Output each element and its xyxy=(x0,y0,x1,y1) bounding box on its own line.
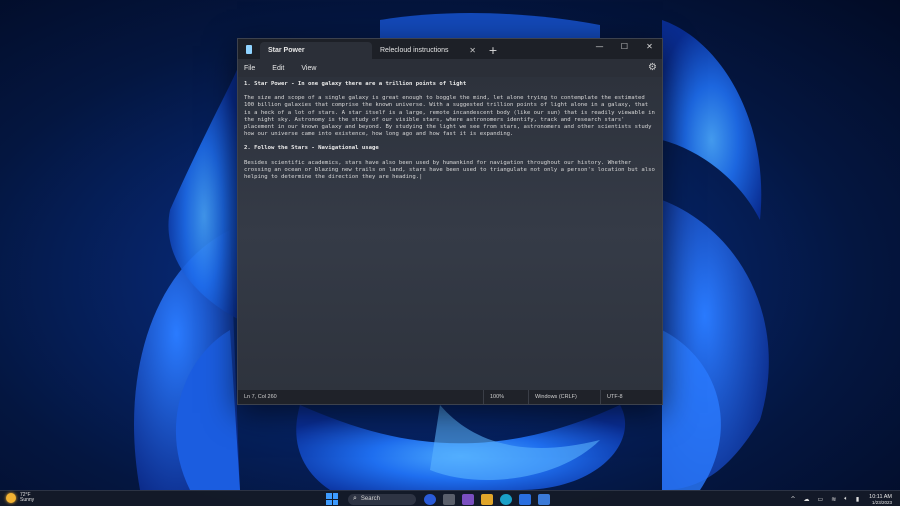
settings-gear-icon[interactable]: ⚙ xyxy=(648,62,657,73)
teams-icon[interactable] xyxy=(462,493,474,505)
title-bar[interactable]: Star Power Relecloud instructions ✕ + — … xyxy=(238,39,662,59)
file-explorer-icon[interactable] xyxy=(481,493,493,505)
tab-label: Star Power xyxy=(268,47,305,54)
tab-star-power[interactable]: Star Power xyxy=(260,42,372,59)
menu-edit[interactable]: Edit xyxy=(272,65,284,72)
new-tab-button[interactable]: + xyxy=(484,42,502,59)
wifi-icon[interactable]: ≋ xyxy=(831,496,836,503)
status-bar: Ln 7, Col 260 100% Windows (CRLF) UTF-8 xyxy=(238,390,662,404)
body-paragraph: The size and scope of a single galaxy is… xyxy=(244,95,655,138)
taskbar-apps: ⌕ Search xyxy=(326,492,557,506)
sun-icon xyxy=(6,493,16,503)
zoom-level[interactable]: 100% xyxy=(483,390,504,404)
battery-icon[interactable]: ▮ xyxy=(856,496,859,503)
minimize-button[interactable]: — xyxy=(587,39,612,53)
notepad-taskbar-icon[interactable] xyxy=(538,493,550,505)
encoding[interactable]: UTF-8 xyxy=(600,390,623,404)
chevron-up-icon[interactable]: ^ xyxy=(791,496,796,503)
window-controls: — ☐ ✕ xyxy=(587,39,662,53)
cloud-icon[interactable]: ☁ xyxy=(804,496,810,503)
tab-label: Relecloud instructions xyxy=(380,47,449,54)
notepad-window: Star Power Relecloud instructions ✕ + — … xyxy=(237,38,663,405)
edge-browser-icon[interactable] xyxy=(500,493,512,505)
close-tab-icon[interactable]: ✕ xyxy=(469,46,476,55)
start-button[interactable] xyxy=(326,493,338,505)
weather-desc: Sunny xyxy=(20,497,35,503)
line-ending[interactable]: Windows (CRLF) xyxy=(528,390,577,404)
body-paragraph: Besides scientific academics, stars have… xyxy=(244,159,655,181)
section-heading: 1. Star Power - In one galaxy there are … xyxy=(244,81,467,87)
volume-icon[interactable]: 🔈︎ xyxy=(844,495,848,503)
section-heading: 2. Follow the Stars - Navigational usage xyxy=(244,145,379,152)
search-icon: ⌕ xyxy=(353,495,357,502)
cursor-position: Ln 7, Col 260 xyxy=(244,394,277,400)
text-editor[interactable]: 1. Star Power - In one galaxy there are … xyxy=(238,77,662,390)
store-icon[interactable] xyxy=(519,493,531,505)
display-icon[interactable]: ▭ xyxy=(818,496,824,503)
search-label: Search xyxy=(360,496,380,502)
copilot-icon[interactable] xyxy=(424,493,436,505)
notepad-app-icon xyxy=(238,39,260,59)
menu-view[interactable]: View xyxy=(301,65,316,72)
weather-widget[interactable]: 72°F Sunny xyxy=(6,493,34,503)
taskbar-search[interactable]: ⌕ Search xyxy=(348,493,416,505)
menu-file[interactable]: File xyxy=(244,65,255,72)
clock-date: 1/23/2023 xyxy=(871,499,892,505)
system-tray: ^ ☁ ▭ ≋ 🔈︎ ▮ 10:11 AM 1/23/2023 xyxy=(783,492,893,506)
tab-relecloud-instructions[interactable]: Relecloud instructions ✕ xyxy=(372,42,484,59)
task-view-icon[interactable] xyxy=(443,493,455,505)
taskbar: 72°F Sunny ⌕ Search ^ ☁ ▭ ≋ 🔈︎ ▮ 10:11 A… xyxy=(0,490,900,506)
close-button[interactable]: ✕ xyxy=(637,39,662,53)
clock-time: 10:11 AM xyxy=(869,493,892,500)
menu-bar: File Edit View ⚙ xyxy=(238,59,662,77)
maximize-button[interactable]: ☐ xyxy=(612,39,637,53)
clock[interactable]: 10:11 AM 1/23/2023 xyxy=(869,494,892,505)
